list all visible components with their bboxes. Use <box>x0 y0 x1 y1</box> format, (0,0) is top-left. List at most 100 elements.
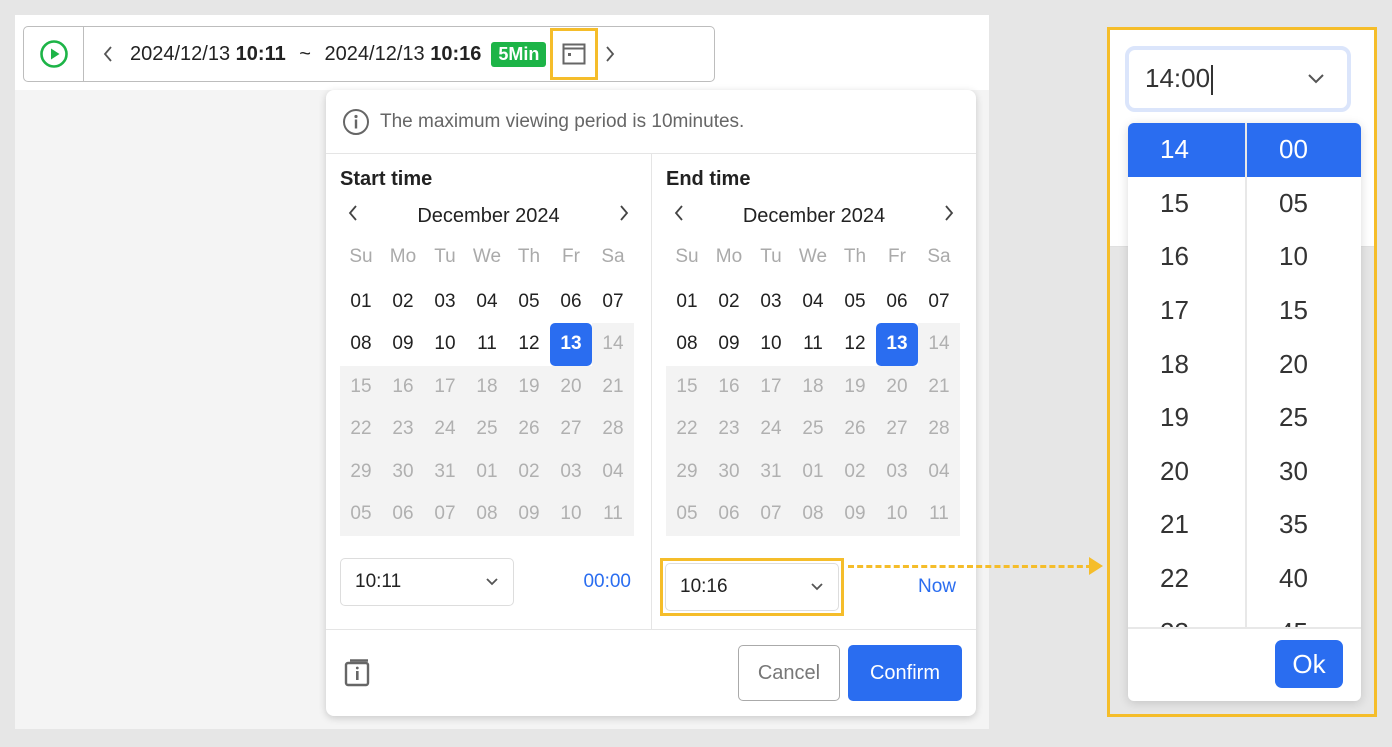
end-day-cell: 28 <box>918 408 960 451</box>
start-day-cell[interactable]: 01 <box>340 281 382 324</box>
end-next-month-button[interactable] <box>942 202 956 231</box>
end-day-cell[interactable]: 05 <box>834 281 876 324</box>
start-title: Start time <box>340 168 433 190</box>
minute-option[interactable]: 45 <box>1247 605 1361 627</box>
hour-column[interactable]: 14151617181920212223 <box>1128 123 1245 627</box>
weekday-label: Mo <box>715 246 743 267</box>
weekday-label: We <box>472 246 502 267</box>
end-day-cell[interactable]: 09 <box>708 323 750 366</box>
start-day-cell: 21 <box>592 365 634 408</box>
end-day-cell[interactable]: 04 <box>792 281 834 324</box>
end-day-cell: 06 <box>708 493 750 536</box>
weekday-label: Th <box>843 246 867 267</box>
start-day-cell[interactable]: 09 <box>382 323 424 366</box>
end-day-cell[interactable]: 03 <box>750 281 792 324</box>
hour-option[interactable]: 20 <box>1128 445 1245 499</box>
start-midnight-link[interactable]: 00:00 <box>583 571 631 593</box>
time-input[interactable]: 14:00 <box>1125 46 1351 112</box>
minute-column[interactable]: 00051015202530354045 <box>1245 123 1361 627</box>
end-day-cell: 20 <box>876 365 918 408</box>
confirm-button[interactable]: Confirm <box>848 645 962 701</box>
start-day-cell: 18 <box>466 365 508 408</box>
end-day-cell: 26 <box>834 408 876 451</box>
end-time-select[interactable]: 10:16 <box>665 563 839 611</box>
end-now-link[interactable]: Now <box>918 576 956 598</box>
start-day-cell: 03 <box>550 450 592 493</box>
calendar-toggle-button[interactable] <box>550 28 599 80</box>
end-day-cell[interactable]: 11 <box>792 323 834 366</box>
start-day-cell: 29 <box>340 450 382 493</box>
minute-option[interactable]: 10 <box>1247 230 1361 284</box>
end-prev-month-button[interactable] <box>672 202 686 231</box>
start-day-cell[interactable]: 12 <box>508 323 550 366</box>
duration-badge: 5Min <box>491 41 547 67</box>
start-day-cell[interactable]: 02 <box>382 281 424 324</box>
end-day-cell[interactable]: 12 <box>834 323 876 366</box>
start-day-cell[interactable]: 13 <box>550 323 592 366</box>
end-day-cell[interactable]: 06 <box>876 281 918 324</box>
minute-option[interactable]: 15 <box>1247 284 1361 338</box>
start-day-cell: 14 <box>592 323 634 366</box>
end-day-cell[interactable]: 01 <box>666 281 708 324</box>
end-day-cell: 03 <box>876 450 918 493</box>
hour-option[interactable]: 15 <box>1128 177 1245 231</box>
end-day-cell[interactable]: 10 <box>750 323 792 366</box>
hour-option[interactable]: 16 <box>1128 230 1245 284</box>
minute-option[interactable]: 20 <box>1247 337 1361 391</box>
chevron-right-icon <box>606 46 615 62</box>
start-day-cell[interactable]: 04 <box>466 281 508 324</box>
end-day-cell: 14 <box>918 323 960 366</box>
calendar-info-icon[interactable] <box>344 658 372 688</box>
start-day-cell[interactable]: 07 <box>592 281 634 324</box>
start-prev-month-button[interactable] <box>346 202 360 231</box>
hour-option[interactable]: 22 <box>1128 552 1245 606</box>
end-day-cell: 04 <box>918 450 960 493</box>
start-day-cell[interactable]: 03 <box>424 281 466 324</box>
end-calendar: End time December 2024 Su Mo Tu We Th Fr Sa 01 0… <box>651 154 976 629</box>
weekday-label: Su <box>349 246 373 267</box>
start-day-cell: 27 <box>550 408 592 451</box>
hour-option[interactable]: 18 <box>1128 337 1245 391</box>
minute-option[interactable]: 00 <box>1247 123 1361 177</box>
hour-option[interactable]: 21 <box>1128 498 1245 552</box>
chevron-down-icon <box>486 578 498 586</box>
end-day-cell[interactable]: 13 <box>876 323 918 366</box>
time-dropdown: 14151617181920212223 0005101520253035404… <box>1128 123 1361 701</box>
end-day-cell: 10 <box>876 493 918 536</box>
start-day-cell: 02 <box>508 450 550 493</box>
start-day-grid: Su Mo Tu We Th Fr Sa 01 02 03 04 05 06 07 08 09 10 11 12 13… <box>340 238 637 536</box>
ok-button[interactable]: Ok <box>1275 640 1343 688</box>
start-day-cell[interactable]: 06 <box>550 281 592 324</box>
start-day-cell[interactable]: 08 <box>340 323 382 366</box>
end-day-cell[interactable]: 02 <box>708 281 750 324</box>
end-day-cell: 21 <box>918 365 960 408</box>
next-range-button[interactable] <box>602 44 618 64</box>
chevron-left-icon <box>674 204 683 221</box>
play-button[interactable] <box>24 27 84 81</box>
prev-range-button[interactable] <box>100 44 116 64</box>
time-picker-callout: 14:00 14151617181920212223 0005101520253… <box>1107 27 1377 717</box>
minute-option[interactable]: 35 <box>1247 498 1361 552</box>
start-day-cell[interactable]: 05 <box>508 281 550 324</box>
cancel-button[interactable]: Cancel <box>738 645 840 701</box>
minute-option[interactable]: 30 <box>1247 445 1361 499</box>
start-time-select[interactable]: 10:11 <box>340 558 514 606</box>
end-day-cell: 16 <box>708 365 750 408</box>
end-day-cell[interactable]: 08 <box>666 323 708 366</box>
hour-option[interactable]: 17 <box>1128 284 1245 338</box>
minute-option[interactable]: 40 <box>1247 552 1361 606</box>
hour-option[interactable]: 19 <box>1128 391 1245 445</box>
start-day-cell[interactable]: 10 <box>424 323 466 366</box>
start-day-cell[interactable]: 11 <box>466 323 508 366</box>
start-day-cell: 15 <box>340 365 382 408</box>
minute-option[interactable]: 05 <box>1247 177 1361 231</box>
start-day-cell: 17 <box>424 365 466 408</box>
start-day-cell: 26 <box>508 408 550 451</box>
range-text[interactable]: 2024/12/13 10:11 ~ 2024/12/13 10:16 <box>130 43 481 66</box>
start-next-month-button[interactable] <box>617 202 631 231</box>
hour-option[interactable]: 23 <box>1128 605 1245 627</box>
hour-option[interactable]: 14 <box>1128 123 1245 177</box>
minute-option[interactable]: 25 <box>1247 391 1361 445</box>
end-day-cell[interactable]: 07 <box>918 281 960 324</box>
end-title: End time <box>666 168 751 190</box>
